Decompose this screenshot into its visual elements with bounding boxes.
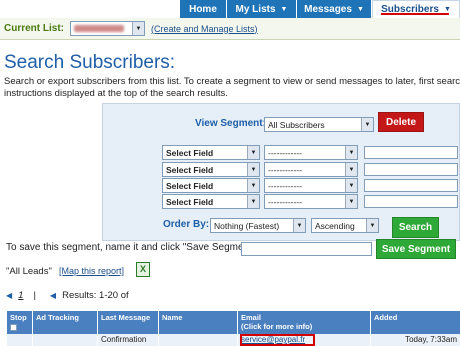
chevron-down-icon: ▼ (345, 146, 357, 159)
description-line-1: Search or export subscribers from this l… (4, 76, 460, 87)
row-last-message: Confirmation (98, 334, 159, 346)
filter-operator-value: ------------ (268, 196, 302, 207)
chevron-down-icon: ▼ (247, 146, 259, 159)
tab-my-lists[interactable]: My Lists ▼ (227, 0, 297, 18)
chevron-down-icon: ▼ (366, 219, 378, 232)
order-direction-value: Ascending (315, 220, 355, 231)
view-segment-label: View Segment: (195, 118, 266, 129)
email-highlight-box (240, 334, 315, 346)
chevron-down-icon: ▼ (356, 5, 364, 13)
header-stop: Stop (7, 311, 33, 334)
filter-field-value: Select Field (166, 164, 214, 175)
header-email-hint: (Click for more info) (241, 322, 313, 331)
header-email-label: Email (241, 313, 262, 322)
filter-operator-select-4[interactable]: ------------ ▼ (264, 194, 358, 209)
chevron-down-icon: ▼ (443, 6, 451, 13)
filter-field-select-1[interactable]: Select Field ▼ (162, 145, 260, 160)
previous-page-icon[interactable]: ◀ (50, 291, 56, 300)
excel-export-icon[interactable] (136, 262, 150, 277)
chevron-down-icon: ▼ (345, 163, 357, 176)
filter-operator-value: ------------ (268, 180, 302, 191)
view-segment-value: All Subscribers (268, 119, 325, 130)
chevron-down-icon: ▼ (280, 5, 288, 13)
header-stop-label: Stop (10, 313, 27, 322)
filter-field-value: Select Field (166, 147, 214, 158)
chevron-down-icon: ▼ (345, 179, 357, 192)
filter-field-value: Select Field (166, 196, 214, 207)
first-page-icon[interactable]: ◀ (6, 291, 12, 300)
row-name (159, 334, 238, 346)
table-row: Confirmation service@paypal.fr Today, 7:… (7, 334, 460, 346)
tab-my-lists-label: My Lists (235, 3, 276, 15)
tab-messages[interactable]: Messages ▼ (297, 0, 372, 18)
header-ad-tracking[interactable]: Ad Tracking (33, 311, 98, 334)
filter-value-input-1[interactable] (364, 146, 458, 159)
filter-value-input-3[interactable] (364, 179, 458, 192)
row-added: Today, 7:33am (405, 335, 457, 344)
filter-field-select-4[interactable]: Select Field ▼ (162, 194, 260, 209)
save-segment-button-label: Save Segment (381, 243, 451, 255)
tab-home-label: Home (189, 3, 217, 15)
filter-field-value: Select Field (166, 180, 214, 191)
page-number[interactable]: 1 (18, 290, 23, 301)
redacted-list-name (74, 25, 124, 32)
chevron-down-icon: ▼ (247, 179, 259, 192)
page-title: Search Subscribers: (4, 52, 176, 73)
header-last-message[interactable]: Last Message (98, 311, 159, 334)
filter-operator-value: ------------ (268, 164, 302, 175)
table-header: Stop Ad Tracking Last Message Name Email… (7, 311, 460, 334)
results-summary: Results: 1-20 of (62, 290, 129, 301)
filter-operator-select-1[interactable]: ------------ ▼ (264, 145, 358, 160)
tab-subscribers[interactable]: Subscribers ▼ (372, 0, 460, 18)
current-list-select[interactable]: ▼ (70, 21, 145, 36)
tab-messages-label: Messages (304, 3, 352, 15)
chevron-down-icon: ▼ (345, 195, 357, 208)
active-tab-underline (381, 13, 449, 15)
map-report-link[interactable]: [Map this report] (59, 266, 124, 276)
segment-name-input[interactable] (241, 242, 372, 256)
search-button-label: Search (398, 222, 433, 233)
search-button[interactable]: Search (392, 217, 439, 238)
save-segment-prompt: To save this segment, name it and click … (6, 242, 259, 253)
view-segment-select[interactable]: All Subscribers ▼ (264, 117, 374, 132)
delete-button[interactable]: Delete (378, 112, 424, 132)
filter-operator-select-3[interactable]: ------------ ▼ (264, 178, 358, 193)
select-all-checkbox[interactable] (10, 324, 17, 331)
chevron-down-icon: ▼ (132, 22, 144, 35)
current-list-label: Current List: (4, 23, 64, 34)
filter-value-input-4[interactable] (364, 195, 458, 208)
filter-value-input-2[interactable] (364, 163, 458, 176)
header-name[interactable]: Name (159, 311, 238, 334)
current-list-bar: Current List: ▼ (Create and Manage Lists… (0, 18, 460, 40)
pager: ◀ 1 | ◀ Results: 1-20 of (6, 290, 129, 301)
page-description: Search or export subscribers from this l… (4, 76, 460, 100)
filter-operator-select-2[interactable]: ------------ ▼ (264, 162, 358, 177)
map-report-link-text: [Map this report] (59, 266, 125, 276)
manage-lists-link-text: (Create and Manage Lists) (151, 23, 258, 34)
segment-name-label: "All Leads" (6, 266, 52, 277)
save-segment-button[interactable]: Save Segment (376, 239, 456, 259)
description-line-2: instructions displayed at the top of the… (4, 88, 228, 99)
manage-lists-link[interactable]: (Create and Manage Lists) (151, 24, 258, 34)
chevron-down-icon: ▼ (247, 163, 259, 176)
row-ad-tracking (33, 334, 98, 346)
top-nav: Home My Lists ▼ Messages ▼ Subscribers ▼ (180, 0, 460, 18)
chevron-down-icon: ▼ (247, 195, 259, 208)
header-email[interactable]: Email (Click for more info) (238, 311, 371, 334)
order-field-select[interactable]: Nothing (Fastest) ▼ (210, 218, 306, 233)
row-stop-cell[interactable] (7, 334, 33, 346)
filter-field-select-3[interactable]: Select Field ▼ (162, 178, 260, 193)
order-by-label: Order By: (163, 219, 210, 230)
order-direction-select[interactable]: Ascending ▼ (311, 218, 379, 233)
delete-button-label: Delete (385, 116, 416, 128)
chevron-down-icon: ▼ (361, 118, 373, 131)
chevron-down-icon: ▼ (293, 219, 305, 232)
tab-home[interactable]: Home (180, 0, 227, 18)
order-field-value: Nothing (Fastest) (214, 220, 280, 231)
subscribers-table: Stop Ad Tracking Last Message Name Email… (7, 311, 460, 346)
filter-field-select-2[interactable]: Select Field ▼ (162, 162, 260, 177)
pager-separator: | (33, 290, 36, 301)
filter-operator-value: ------------ (268, 147, 302, 158)
header-added[interactable]: Added (371, 311, 460, 334)
